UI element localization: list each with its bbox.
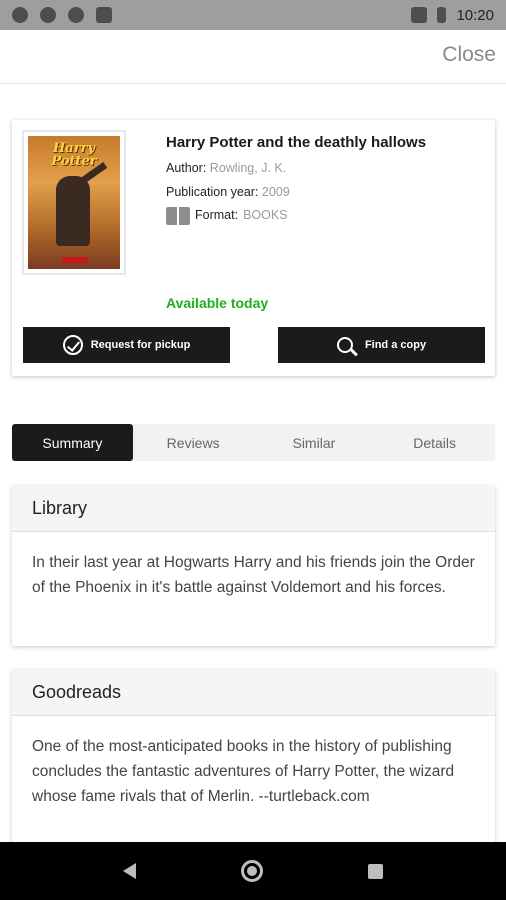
search-icon	[336, 337, 353, 353]
check-circle-icon	[62, 335, 83, 355]
book-format: Format: BOOKS	[166, 204, 288, 226]
library-summary: In their last year at Hogwarts Harry and…	[32, 554, 475, 596]
tab-bar: Summary Reviews Similar Details	[12, 424, 495, 461]
library-heading: Library	[12, 486, 495, 532]
book-cover[interactable]: Harry Potter	[22, 130, 126, 275]
recents-icon[interactable]	[368, 863, 384, 879]
find-copy-button[interactable]: Find a copy	[278, 327, 485, 363]
status-icons-left	[12, 7, 112, 23]
format-value: BOOKS	[243, 208, 288, 222]
book-icon	[166, 204, 190, 226]
android-nav-bar	[0, 842, 506, 900]
year-value: 2009	[261, 185, 290, 199]
goodreads-panel: Goodreads One of the most-anticipated bo…	[12, 670, 495, 860]
request-pickup-button[interactable]: Request for pickup	[23, 327, 230, 363]
availability-status: Available today	[166, 295, 269, 311]
tab-similar[interactable]: Similar	[254, 424, 375, 461]
battery-icon	[437, 7, 447, 23]
top-bar: Close	[0, 30, 506, 84]
book-author: Author: Rowling, J. K.	[166, 161, 287, 175]
notification-icon	[40, 7, 56, 23]
sd-card-icon	[96, 7, 112, 23]
signal-icon	[411, 7, 428, 23]
tab-summary[interactable]: Summary	[12, 424, 133, 461]
author-value: Rowling, J. K.	[209, 161, 287, 175]
book-title: Harry Potter and the deathly hallows	[166, 134, 427, 151]
goodreads-heading: Goodreads	[12, 670, 495, 716]
status-time: 10:20	[456, 6, 494, 24]
home-icon[interactable]	[240, 860, 263, 882]
library-panel: Library In their last year at Hogwarts H…	[12, 486, 495, 646]
goodreads-summary: One of the most-anticipated books in the…	[32, 738, 455, 805]
book-year: Publication year: 2009	[166, 185, 290, 199]
settings-icon	[12, 7, 28, 23]
tab-details[interactable]: Details	[374, 424, 495, 461]
status-icons-right: 10:20	[411, 7, 494, 24]
circle-icon	[68, 7, 84, 23]
back-icon[interactable]	[122, 863, 136, 879]
close-button[interactable]: Close	[442, 43, 496, 67]
status-bar: 10:20	[0, 0, 506, 30]
book-card: Harry Potter Harry Potter and the deathl…	[12, 120, 495, 376]
tab-reviews[interactable]: Reviews	[133, 424, 254, 461]
